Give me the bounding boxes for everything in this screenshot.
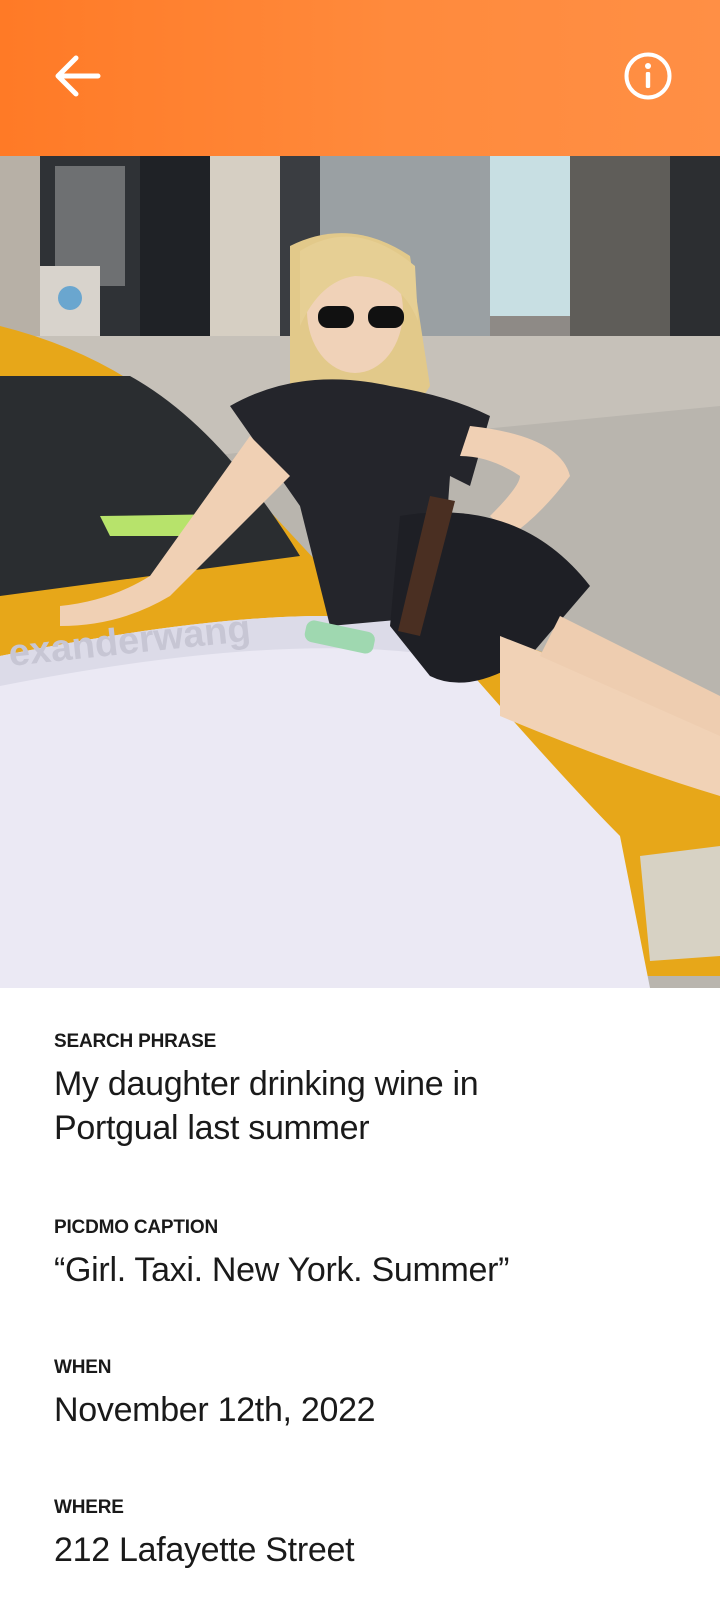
caption-label: PICDMO CAPTION bbox=[54, 1217, 218, 1238]
search-phrase-value: My daughter drinking wine in Portgual la… bbox=[54, 1062, 479, 1150]
top-app-bar bbox=[0, 0, 720, 156]
info-button[interactable] bbox=[616, 46, 680, 110]
when-field: WHEN November 12th, 2022 bbox=[54, 1356, 376, 1432]
when-value: November 12th, 2022 bbox=[54, 1391, 376, 1429]
search-phrase-field: SEARCH PHRASE My daughter drinking wine … bbox=[54, 1030, 479, 1150]
back-button[interactable] bbox=[46, 46, 110, 110]
search-phrase-line-2: Portgual last summer bbox=[54, 1109, 370, 1147]
caption-value: “Girl. Taxi. New York. Summer” bbox=[54, 1251, 510, 1289]
info-circle-icon bbox=[622, 50, 674, 107]
where-label: WHERE bbox=[54, 1497, 124, 1518]
photo-detail-screen: exanderwang SEARCH PHRASE My daughter dr… bbox=[0, 0, 720, 1600]
photo-illustration: exanderwang bbox=[0, 156, 720, 988]
search-phrase-label: SEARCH PHRASE bbox=[54, 1031, 217, 1052]
photo[interactable]: exanderwang bbox=[0, 156, 720, 988]
when-label: WHEN bbox=[54, 1357, 112, 1378]
where-field: WHERE 212 Lafayette Street bbox=[54, 1496, 355, 1572]
caption-field: PICDMO CAPTION “Girl. Taxi. New York. Su… bbox=[54, 1216, 509, 1292]
search-phrase-line-1: My daughter drinking wine in bbox=[54, 1065, 479, 1103]
arrow-left-icon bbox=[52, 50, 104, 107]
where-value: 212 Lafayette Street bbox=[54, 1531, 355, 1569]
